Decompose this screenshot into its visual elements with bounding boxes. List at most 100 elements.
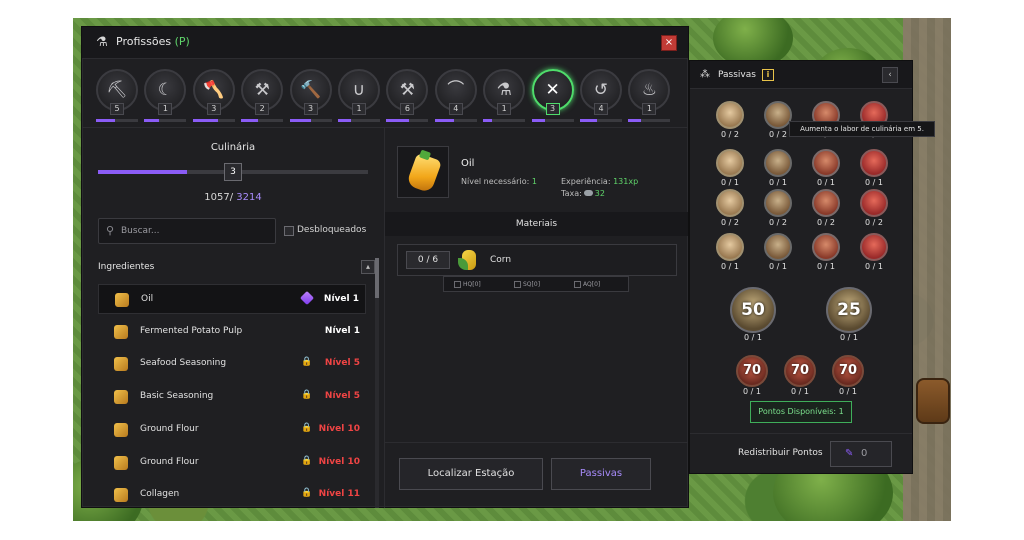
ingredient-level: Nível 1 xyxy=(324,325,360,336)
passive-icon xyxy=(716,233,744,261)
ingredient-item[interactable]: Basic Seasoning 🔒 Nível 5 xyxy=(98,382,366,412)
passive-icon xyxy=(812,233,840,261)
profession-progress xyxy=(386,119,429,122)
quality-selector: HQ[0] SQ[0] AQ[0] xyxy=(443,276,629,292)
passive-node[interactable]: 0 / 2 xyxy=(716,189,744,231)
search-icon: ⚲ xyxy=(106,224,115,237)
ingredient-icon xyxy=(114,324,128,339)
window-title: Profissões (P) xyxy=(116,35,190,48)
passive-node[interactable]: 0 / 1 xyxy=(764,149,792,191)
passive-node[interactable]: 0 / 1 xyxy=(716,233,744,275)
passive-node[interactable]: 0 / 2 xyxy=(860,189,888,231)
passive-capstone-node[interactable]: 70 0 / 1 xyxy=(784,355,816,397)
search-box[interactable]: ⚲ xyxy=(98,218,276,244)
passive-node[interactable]: 0 / 1 xyxy=(860,233,888,275)
passive-node[interactable]: 0 / 2 xyxy=(812,189,840,231)
back-button[interactable]: ‹ xyxy=(882,67,898,83)
ingredient-icon xyxy=(114,422,128,437)
passive-count: 0 / 2 xyxy=(769,218,787,227)
passive-count: 0 / 1 xyxy=(743,387,761,396)
passive-major-icon: 50 xyxy=(730,287,776,333)
passives-button[interactable]: Passivas xyxy=(551,458,651,490)
passive-capstone-node[interactable]: 70 0 / 1 xyxy=(832,355,864,397)
ingredient-level: Nível 1 xyxy=(323,294,359,304)
passive-count: 0 / 2 xyxy=(769,130,787,139)
profession-progress xyxy=(531,119,574,122)
ingredient-name: Ground Flour xyxy=(140,456,199,467)
passive-count: 0 / 2 xyxy=(721,218,739,227)
locate-station-button[interactable]: Localizar Estação xyxy=(399,458,543,490)
material-name: Corn xyxy=(490,255,512,265)
skill-tree-icon: ⁂ xyxy=(700,69,710,80)
scrollbar-thumb[interactable] xyxy=(375,258,379,298)
info-icon[interactable]: i xyxy=(762,69,774,81)
checkbox-box[interactable] xyxy=(284,226,294,236)
passive-node[interactable]: 0 / 2 xyxy=(764,101,792,143)
search-input[interactable] xyxy=(121,222,271,240)
passive-major-icon: 25 xyxy=(826,287,872,333)
lock-icon: 🔒 xyxy=(301,488,313,499)
collapse-button[interactable]: ▴ xyxy=(361,260,375,274)
ingredient-item[interactable]: Ground Flour 🔒 Nível 10 xyxy=(98,448,366,478)
skill-name: Culinária xyxy=(210,142,256,153)
available-points: Pontos Disponíveis: 1 xyxy=(750,401,852,423)
lock-icon: 🔒 xyxy=(301,357,313,368)
skill-level-badge: 3 xyxy=(224,163,242,181)
ingredient-item[interactable]: Collagen 🔒 Nível 11 xyxy=(98,480,366,508)
profession-level: 1 xyxy=(158,103,173,115)
passive-icon xyxy=(716,149,744,177)
ingredient-item[interactable]: Fermented Potato Pulp Nível 1 xyxy=(98,317,366,347)
redistribute-button[interactable]: ✎ 0 xyxy=(830,441,892,467)
passive-icon xyxy=(716,189,744,217)
passive-count: 0 / 1 xyxy=(769,262,787,271)
passive-icon xyxy=(860,233,888,261)
ingredient-name: Oil xyxy=(141,294,154,304)
ingredient-level: Nível 11 xyxy=(318,489,360,500)
required-level: Nível necessário: 1 xyxy=(461,177,537,186)
profession-progress xyxy=(628,119,671,122)
ingredient-item[interactable]: Seafood Seasoning 🔒 Nível 5 xyxy=(98,349,366,379)
lock-icon: 🔒 xyxy=(301,455,313,466)
left-pane: Culinária 3 1057/ 3214 ⚲ Desbloqueados I… xyxy=(82,128,384,508)
passive-capstone-node[interactable]: 70 0 / 1 xyxy=(736,355,768,397)
ingredient-name: Ground Flour xyxy=(140,423,199,434)
passive-count: 0 / 1 xyxy=(817,262,835,271)
profession-level: 4 xyxy=(594,103,608,115)
tax: Taxa: 32 xyxy=(561,189,605,198)
close-button[interactable]: × xyxy=(661,35,677,51)
passive-major-node[interactable]: 50 0 / 1 xyxy=(730,287,776,345)
ingredient-level: Nível 5 xyxy=(324,358,360,369)
passive-count: 0 / 1 xyxy=(744,333,762,342)
profession-progress xyxy=(192,119,235,122)
quality-hq[interactable]: HQ[0] xyxy=(454,279,481,291)
ingredient-name: Basic Seasoning xyxy=(140,391,214,402)
profession-level: 5 xyxy=(110,103,124,115)
quality-sq[interactable]: SQ[0] xyxy=(514,279,540,291)
window-titlebar: ⚗ Profissões (P) × xyxy=(82,27,688,59)
profession-progress xyxy=(580,119,622,122)
corn-icon xyxy=(458,250,476,270)
passive-count: 0 / 1 xyxy=(865,262,883,271)
profession-level: 3 xyxy=(206,103,221,115)
passive-count: 0 / 2 xyxy=(865,218,883,227)
ingredients-header: Ingredientes xyxy=(98,262,155,272)
redistribute-label: Redistribuir Pontos xyxy=(738,448,823,458)
passive-node[interactable]: 0 / 2 xyxy=(716,101,744,143)
ingredient-item[interactable]: Oil Nível 1 xyxy=(98,284,366,314)
profession-progress xyxy=(289,119,332,122)
passive-major-node[interactable]: 25 0 / 1 xyxy=(826,287,872,345)
passive-count: 0 / 1 xyxy=(817,178,835,187)
ingredient-icon xyxy=(114,488,128,503)
ingredient-item[interactable]: Ground Flour 🔒 Nível 10 xyxy=(98,415,366,445)
passive-capstone-icon: 70 xyxy=(736,355,768,387)
passive-count: 0 / 1 xyxy=(839,387,857,396)
quality-aq[interactable]: AQ[0] xyxy=(574,279,600,291)
passive-node[interactable]: 0 / 2 xyxy=(764,189,792,231)
passive-node[interactable]: 0 / 1 xyxy=(860,149,888,191)
ingredient-level: Nível 10 xyxy=(318,423,360,434)
passive-node[interactable]: 0 / 1 xyxy=(812,149,840,191)
passive-node[interactable]: 0 / 1 xyxy=(812,233,840,275)
passive-node[interactable]: 0 / 1 xyxy=(764,233,792,275)
item-name: Oil xyxy=(461,158,475,169)
passive-node[interactable]: 0 / 1 xyxy=(716,149,744,191)
